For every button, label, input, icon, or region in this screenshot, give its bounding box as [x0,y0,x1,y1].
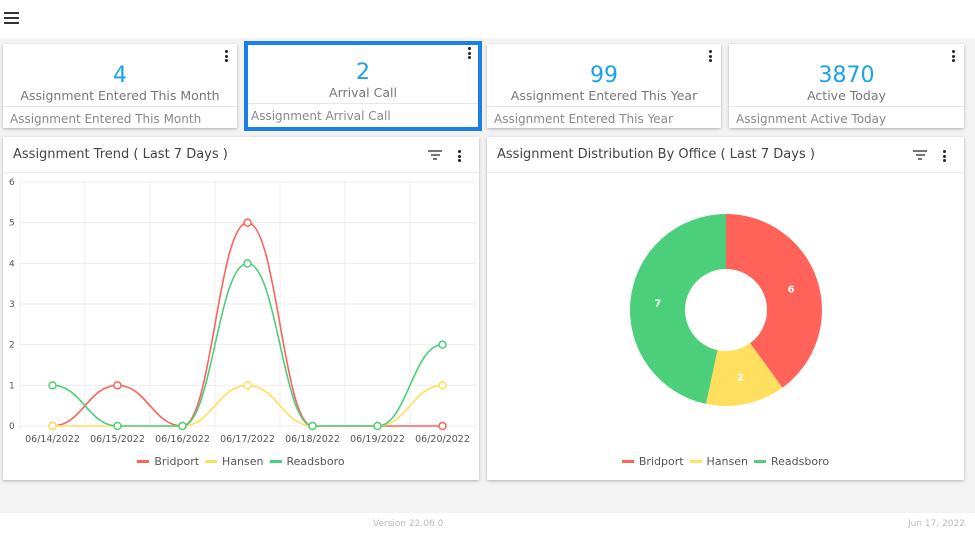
kpi-card-entered-this-year[interactable]: 99 Assignment Entered This Year Assignme… [487,44,721,128]
data-point-readsboro[interactable] [243,259,252,268]
legend-label: Bridport [154,455,200,468]
legend-label: Hansen [706,455,749,468]
dashboard-content: 4 Assignment Entered This Month Assignme… [0,38,975,513]
kpi-footer: Assignment Entered This Year [494,112,673,126]
series-line-hansen [52,384,443,427]
x-tick-label: 06/18/2022 [285,434,340,445]
kpi-value: 2 [356,60,370,85]
legend-item-readsboro[interactable]: Readsboro [754,455,829,468]
data-point-readsboro[interactable] [178,421,187,431]
legend-label: Hansen [222,455,264,468]
top-bar [0,0,975,38]
kpi-footer: Assignment Arrival Call [251,109,391,123]
legend-item-readsboro[interactable]: Readsboro [269,455,345,468]
y-tick-label: 1 [9,381,15,391]
divider [3,106,237,107]
data-point-bridport[interactable] [243,218,252,227]
legend-item-hansen[interactable]: Hansen [205,455,264,468]
slice-value-label: 6 [788,284,795,295]
kpi-label: Assignment Entered This Year [510,88,698,103]
series-line-bridport [52,221,443,427]
assignment-distribution-panel: Assignment Distribution By Office ( Last… [487,137,964,480]
kpi-value: 4 [113,63,127,88]
x-tick-label: 06/19/2022 [350,434,405,445]
footer-date: Jun 17, 2022 [907,519,965,529]
version-text: Version 22.06.0 [373,519,444,529]
legend-swatch [269,460,282,463]
divider [487,106,721,107]
data-point-bridport[interactable] [438,421,447,431]
x-tick-label: 06/20/2022 [415,434,470,445]
y-tick-label: 4 [9,259,15,269]
legend-swatch [621,460,634,463]
y-tick-label: 0 [9,422,15,432]
data-point-readsboro[interactable] [373,421,382,431]
donut-slice-readsboro[interactable] [630,214,726,404]
x-tick-label: 06/15/2022 [90,434,145,445]
kpi-footer: Assignment Entered This Month [10,112,202,126]
data-point-readsboro[interactable] [308,421,317,431]
kpi-label: Arrival Call [329,85,397,100]
y-tick-label: 3 [9,300,15,310]
legend-label: Readsboro [771,455,830,468]
legend-swatch [754,460,767,463]
trend-line-chart: 0 1 2 3 4 5 6 06/14/2022 06/15/2022 06/16/2022 06/… [9,178,476,445]
page-footer: Version 22.06.0 Jun 17, 2022 [0,513,975,536]
kpi-card-arrival-call[interactable]: 2 Arrival Call Assignment Arrival Call [244,41,482,131]
y-tick-label: 6 [9,178,15,188]
data-point-hansen[interactable] [48,421,57,431]
legend-item-bridport[interactable]: Bridport [137,455,199,468]
kpi-card-entered-this-month[interactable]: 4 Assignment Entered This Month Assignme… [3,44,237,128]
more-options-icon[interactable] [709,50,713,64]
assignment-trend-panel: Assignment Trend ( Last 7 Days ) 0123456… [3,137,479,480]
chart-legend: Bridport Hansen Readsboro [487,453,964,468]
data-point-hansen[interactable] [438,381,447,390]
data-point-hansen[interactable] [243,381,252,390]
more-options-icon[interactable] [468,47,472,61]
slice-value-label: 2 [737,373,744,384]
kpi-footer: Assignment Active Today [736,112,887,126]
data-point-readsboro[interactable] [113,421,122,431]
kpi-card-active-today[interactable]: 3870 Active Today Assignment Active Toda… [729,44,964,128]
chart-legend: Bridport Hansen Readsboro [3,453,479,468]
legend-item-hansen[interactable]: Hansen [689,455,749,468]
data-point-readsboro[interactable] [48,381,57,390]
data-point-bridport[interactable] [113,381,122,390]
legend-swatch [205,460,218,463]
legend-swatch [689,460,702,463]
more-options-icon[interactable] [952,50,956,64]
legend-swatch [137,460,150,463]
y-tick-label: 2 [9,341,15,351]
distribution-donut-chart: 6 2 7 [630,214,822,407]
kpi-label: Assignment Entered This Month [20,88,220,103]
more-options-icon[interactable] [225,50,229,64]
slice-value-label: 7 [654,298,661,309]
y-tick-label: 5 [9,219,15,229]
x-tick-label: 06/17/2022 [220,434,275,445]
divider [729,106,964,107]
data-point-readsboro[interactable] [438,340,447,349]
kpi-value: 3870 [818,63,875,88]
divider [248,103,478,104]
kpi-value: 99 [590,63,618,88]
legend-label: Bridport [638,455,684,468]
kpi-label: Active Today [807,88,886,103]
x-tick-label: 06/16/2022 [155,434,210,445]
x-tick-label: 06/14/2022 [25,434,80,445]
legend-label: Readsboro [286,455,345,468]
legend-item-bridport[interactable]: Bridport [621,455,684,468]
hamburger-menu-icon[interactable] [4,12,19,24]
